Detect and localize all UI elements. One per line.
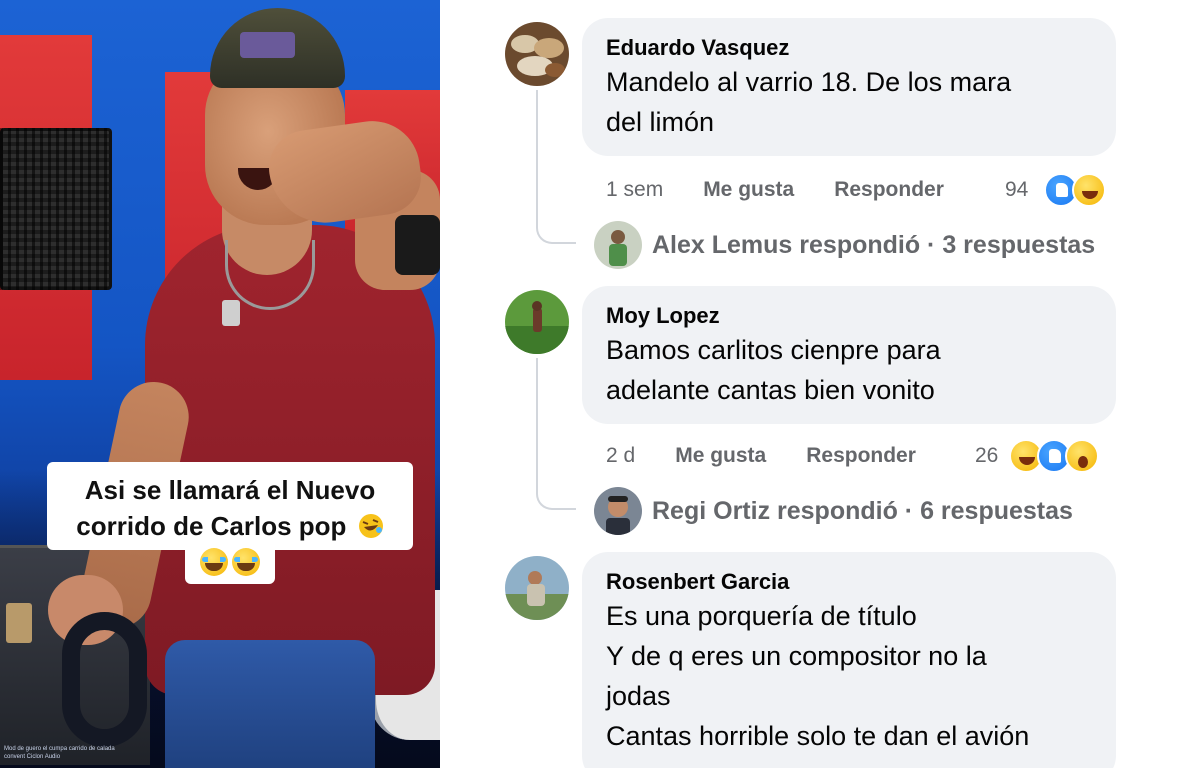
rolling-on-floor-laughing-icon — [358, 514, 383, 538]
wow-reaction-icon — [1065, 439, 1099, 473]
comment-timestamp[interactable]: 2 d — [606, 444, 635, 468]
reaction-icons[interactable] — [1044, 172, 1106, 208]
comment-author[interactable]: Moy Lopez — [606, 302, 1092, 330]
comment-bubble: Moy Lopez Bamos carlitos cienpre para ad… — [582, 286, 1116, 424]
avatar[interactable] — [505, 556, 569, 620]
singer-figure — [0, 0, 440, 768]
comment-text-line: jodas — [606, 681, 671, 711]
comment-bubble: Rosenbert Garcia Es una porquería de tít… — [582, 552, 1116, 768]
caption-line-1: Asi se llamará el Nuevo — [84, 475, 376, 505]
haha-reaction-icon — [1072, 173, 1106, 207]
comment-actions: 1 sem Me gusta Responder — [606, 172, 944, 208]
video-thumbnail[interactable]: Asi se llamará el Nuevo corrido de Carlo… — [0, 0, 440, 768]
caption-emoji-row — [185, 540, 275, 584]
comment-timestamp[interactable]: 1 sem — [606, 178, 663, 202]
comment-text-line: adelante cantas bien vonito — [606, 375, 935, 405]
video-credit: Mod de guero el cumpa carrido de calada … — [4, 746, 115, 760]
comment-author[interactable]: Eduardo Vasquez — [606, 34, 1092, 62]
caption-line-2: corrido de Carlos pop — [76, 511, 347, 541]
replies-summary[interactable]: Regi Ortiz respondió · 6 respuestas — [652, 497, 1073, 526]
comment-text-line: Cantas horrible solo te dan el avión — [606, 721, 1030, 751]
view-replies-link[interactable]: Alex Lemus respondió · 3 respuestas — [594, 220, 1095, 270]
avatar[interactable] — [505, 22, 569, 86]
reply-button[interactable]: Responder — [806, 444, 916, 468]
avatar — [594, 487, 642, 535]
comment-bubble: Eduardo Vasquez Mandelo al varrio 18. De… — [582, 18, 1116, 156]
reply-button[interactable]: Responder — [834, 178, 944, 202]
comment-text-line: del limón — [606, 107, 715, 137]
avatar[interactable] — [505, 290, 569, 354]
reaction-count[interactable]: 94 — [1005, 172, 1028, 208]
replies-summary[interactable]: Alex Lemus respondió · 3 respuestas — [652, 231, 1095, 260]
comment-actions: 2 d Me gusta Responder — [606, 438, 916, 474]
headphones — [62, 612, 147, 747]
like-button[interactable]: Me gusta — [675, 444, 766, 468]
reaction-icons[interactable] — [1009, 438, 1099, 474]
video-caption: Asi se llamará el Nuevo corrido de Carlo… — [47, 462, 413, 550]
cropped-previous-reply — [678, 0, 1098, 4]
comments-section: Eduardo Vasquez Mandelo al varrio 18. De… — [448, 0, 1200, 768]
comment-text-line: Bamos carlitos cienpre para — [606, 335, 941, 365]
like-button[interactable]: Me gusta — [703, 178, 794, 202]
view-replies-link[interactable]: Regi Ortiz respondió · 6 respuestas — [594, 486, 1073, 536]
face-with-tears-of-joy-icon — [232, 548, 260, 576]
comment-text-line: Mandelo al varrio 18. De los mara — [606, 67, 1012, 97]
comment-text-line: Es una porquería de título — [606, 601, 917, 631]
reaction-count[interactable]: 26 — [975, 438, 998, 474]
comment-author[interactable]: Rosenbert Garcia — [606, 568, 1092, 596]
comment-text-line: Y de q eres un compositor no la — [606, 641, 987, 671]
avatar — [594, 221, 642, 269]
face-with-tears-of-joy-icon — [200, 548, 228, 576]
